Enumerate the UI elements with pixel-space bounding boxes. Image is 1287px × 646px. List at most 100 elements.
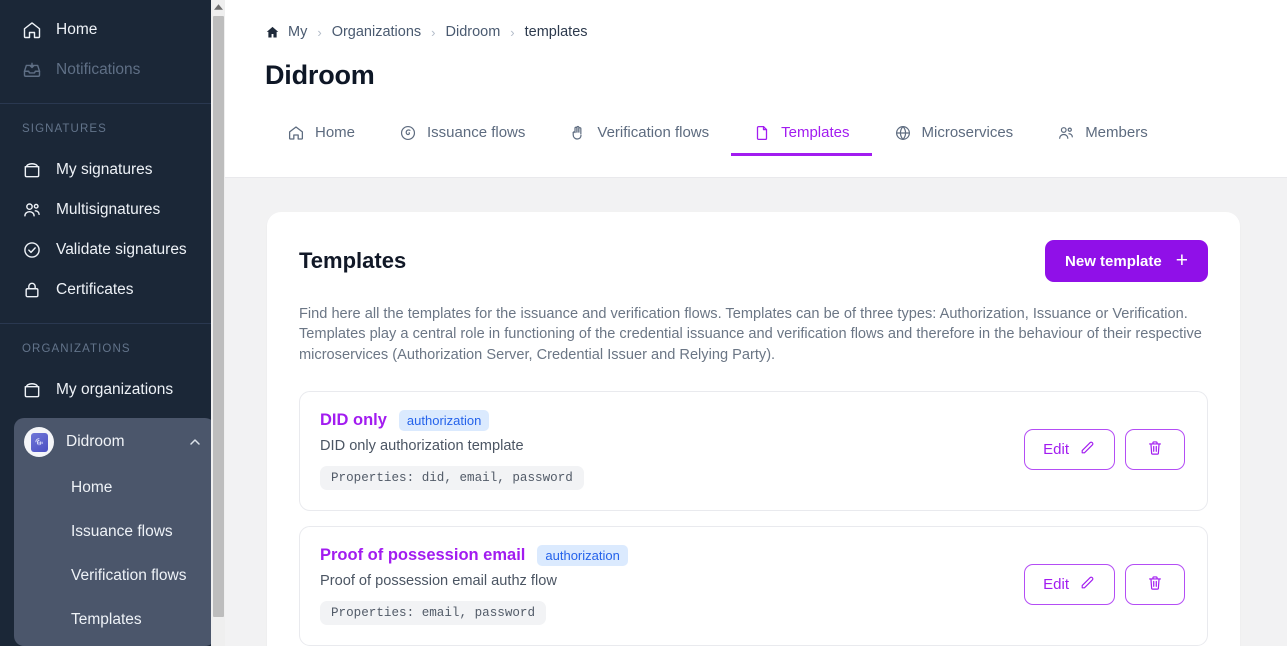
sidebar-suborg-item-home[interactable]: Home [14, 466, 215, 510]
status-badge: authorization [537, 544, 628, 566]
new-template-label: New template [1065, 252, 1162, 270]
panel-description: Find here all the templates for the issu… [299, 306, 1202, 363]
plus-icon: + [1175, 248, 1188, 272]
users-icon [22, 200, 42, 220]
sidebar-item-label: Certificates [56, 281, 134, 298]
sidebar-org-toggle-didroom[interactable]: Didroom [14, 418, 215, 466]
tab-home[interactable]: Home [265, 112, 377, 156]
sidebar-suborg-item-issuance-flows[interactable]: Issuance flows [14, 510, 215, 554]
template-info: Proof of possession email authorization … [320, 544, 628, 625]
tab-verification-flows[interactable]: Verification flows [547, 112, 731, 156]
sidebar-item-multisignatures[interactable]: Multisignatures [0, 190, 225, 230]
tab-microservices[interactable]: Microservices [872, 112, 1036, 156]
tab-templates[interactable]: Templates [731, 112, 872, 156]
template-info: DID only authorization DID only authoriz… [320, 409, 584, 490]
breadcrumb-item-my[interactable]: My [288, 24, 307, 40]
tab-label: Home [315, 124, 356, 141]
sidebar-item-my-organizations[interactable]: My organizations [0, 370, 225, 410]
sidebar-scroll-area: Home Notifications SIGNATURES My signatu… [0, 0, 225, 646]
tab-label: Templates [781, 124, 850, 141]
sidebar-item-label: Notifications [56, 61, 141, 78]
template-title-row: Proof of possession email authorization [320, 544, 628, 566]
new-template-button[interactable]: New template + [1045, 240, 1208, 282]
sidebar-item-label: Validate signatures [56, 241, 187, 258]
template-description: DID only authorization template [320, 437, 524, 454]
template-description: Proof of possession email authz flow [320, 572, 557, 589]
breadcrumb-item-didroom[interactable]: Didroom [446, 24, 501, 40]
trash-icon [1146, 439, 1164, 461]
sidebar-scrollbar-thumb[interactable] [213, 16, 224, 617]
tab-issuance-flows[interactable]: Issuance flows [377, 112, 547, 156]
avatar [24, 427, 54, 457]
sidebar-org-name: Didroom [66, 433, 125, 450]
tab-label: Members [1085, 124, 1148, 141]
sidebar-item-label: Verification flows [71, 567, 187, 584]
breadcrumb-item-organizations[interactable]: Organizations [332, 24, 421, 40]
sidebar-item-label: My organizations [56, 381, 174, 398]
hand-raised-icon [569, 124, 587, 142]
sidebar-suborg-item-verification-flows[interactable]: Verification flows [14, 554, 215, 598]
archive-box-icon [22, 380, 42, 400]
delete-button[interactable] [1125, 429, 1185, 471]
template-card[interactable]: Proof of possession email authorization … [299, 525, 1208, 646]
inbox-download-icon [22, 60, 42, 80]
template-title-row: DID only authorization [320, 409, 584, 431]
sidebar-item-label: Home [71, 479, 113, 496]
sidebar-item-label: My signatures [56, 161, 153, 178]
sidebar-section-signatures: SIGNATURES [22, 123, 107, 135]
sidebar-section-organizations: ORGANIZATIONS [22, 343, 131, 355]
sidebar-item-notifications[interactable]: Notifications [0, 50, 225, 90]
template-name[interactable]: Proof of possession email [320, 546, 525, 565]
content-area: Templates New template + Find here all t… [225, 178, 1287, 646]
template-actions: Edit [1024, 429, 1185, 471]
breadcrumb-item-templates[interactable]: templates [525, 24, 588, 40]
panel-header: Templates New template + [299, 240, 1208, 282]
edit-button[interactable]: Edit [1024, 429, 1115, 471]
home-outline-icon [287, 124, 305, 142]
check-circle-icon [22, 240, 42, 260]
users-icon [1057, 124, 1075, 142]
sidebar-suborg-item-templates[interactable]: Templates [14, 598, 215, 642]
template-card[interactable]: DID only authorization DID only authoriz… [299, 390, 1208, 511]
tab-label: Issuance flows [427, 124, 526, 141]
badge-swirl-icon [399, 124, 417, 142]
lock-icon [22, 280, 42, 300]
sidebar-item-label: Issuance flows [71, 523, 173, 540]
edit-button-label: Edit [1043, 576, 1069, 594]
delete-button[interactable] [1125, 564, 1185, 606]
templates-panel: Templates New template + Find here all t… [267, 212, 1240, 646]
home-icon [22, 20, 42, 40]
tab-members[interactable]: Members [1035, 112, 1170, 156]
archive-box-icon [22, 160, 42, 180]
chevron-up-icon [187, 434, 203, 450]
sidebar-item-label: Home [56, 21, 98, 38]
pencil-icon [1079, 439, 1096, 460]
sidebar-item-label: Multisignatures [56, 201, 161, 218]
template-properties: Properties: did, email, password [320, 465, 584, 490]
fingerprint-icon [30, 432, 48, 452]
page-title: Didroom [265, 60, 375, 90]
scroll-up-arrow-icon[interactable] [211, 0, 225, 13]
document-icon [753, 124, 771, 142]
sidebar-item-certificates[interactable]: Certificates [0, 270, 225, 310]
templates-list: DID only authorization DID only authoriz… [299, 390, 1208, 646]
sidebar-item-home[interactable]: Home [0, 10, 225, 50]
template-name[interactable]: DID only [320, 411, 387, 430]
sidebar-item-label: Templates [71, 611, 142, 628]
template-actions: Edit [1024, 564, 1185, 606]
sidebar-item-validate-signatures[interactable]: Validate signatures [0, 230, 225, 270]
org-tab-bar: Home Issuance flows Verification flows T… [265, 111, 1287, 156]
globe-icon [894, 124, 912, 142]
tab-label: Microservices [921, 124, 1014, 141]
sidebar-item-my-signatures[interactable]: My signatures [0, 150, 225, 190]
status-badge: authorization [398, 409, 490, 431]
sidebar-org-group-didroom: Didroom Home Issuance flows Verification… [14, 418, 215, 646]
sidebar-scrollbar[interactable] [211, 0, 225, 646]
template-properties: Properties: email, password [320, 600, 547, 625]
main-region: My › Organizations › Didroom › templates… [225, 0, 1287, 646]
edit-button-label: Edit [1043, 441, 1069, 459]
sidebar: Home Notifications SIGNATURES My signatu… [0, 0, 225, 646]
page-header: My › Organizations › Didroom › templates… [225, 0, 1287, 178]
home-filled-icon [265, 25, 280, 40]
edit-button[interactable]: Edit [1024, 564, 1115, 606]
